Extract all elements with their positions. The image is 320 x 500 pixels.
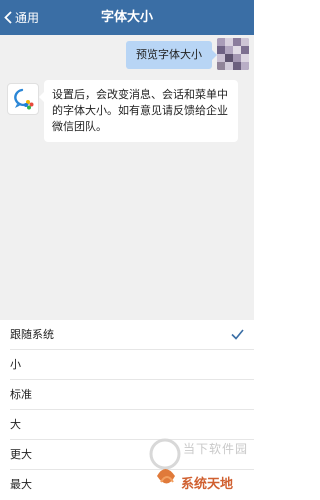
option-label: 跟随系统 [10, 328, 54, 341]
watermark-text-bottom: 系统天地 [181, 477, 234, 492]
option-small[interactable]: 小 [0, 350, 254, 380]
option-label: 更大 [10, 448, 32, 461]
option-label: 最大 [10, 478, 32, 491]
option-label: 小 [10, 358, 21, 371]
chat-preview-area: 预览字体大小 设置后，会改变消息、会话和菜单中的字体大小。如有意见请反馈给企业微… [0, 35, 254, 320]
watermark-text-top: 当下软件园 [183, 442, 249, 456]
wework-logo-icon [14, 88, 34, 110]
watermark-logo-icon [149, 438, 181, 484]
watermark: 当下软件园 系统天地 [145, 428, 254, 500]
user-avatar [217, 38, 249, 70]
wework-logo-avatar [7, 83, 39, 115]
checkmark-icon [231, 329, 244, 340]
page-title: 字体大小 [100, 10, 153, 25]
option-label: 标准 [10, 388, 32, 401]
info-message-bubble: 设置后，会改变消息、会话和菜单中的字体大小。如有意见请反馈给企业微信团队。 [39, 80, 238, 142]
option-standard[interactable]: 标准 [0, 380, 254, 410]
option-label: 大 [10, 418, 21, 431]
preview-message-bubble: 预览字体大小 [126, 41, 217, 69]
navigation-bar: 通用 字体大小 [0, 0, 254, 35]
option-follow-system[interactable]: 跟随系统 [0, 320, 254, 350]
